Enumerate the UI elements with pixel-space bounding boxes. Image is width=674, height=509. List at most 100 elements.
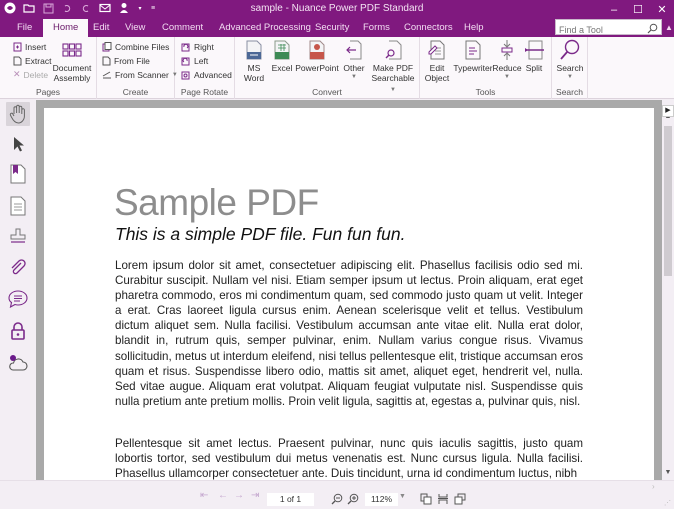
insert-button[interactable]: Insert [13,40,46,53]
other-button[interactable]: Other ▼ [341,39,367,81]
bookmark-icon[interactable] [6,162,30,186]
tool-rail [0,100,36,480]
group-search: Search ▼ Search [552,37,588,99]
tab-help[interactable]: Help [462,19,486,37]
tab-forms[interactable]: Forms [361,19,392,37]
tab-file[interactable]: File [15,19,34,37]
rotate-right-icon [181,43,190,51]
document-paragraph: Lorem ipsum dolor sit amet, consectetuer… [115,259,583,408]
stamp-icon[interactable] [6,224,30,248]
scrollbar-thumb[interactable] [664,126,672,276]
cloud-connector-icon[interactable] [6,351,30,375]
scroll-right-icon[interactable]: › [652,482,655,491]
title-bar: ▾ ≡ sample - Nuance Power PDF Standard –… [0,0,674,19]
extract-button[interactable]: Extract [13,54,51,67]
chevron-down-icon: ▼ [504,74,510,80]
edit-object-button[interactable]: Edit Object [422,39,452,83]
searchable-pdf-icon [382,39,404,61]
powerpoint-button[interactable]: PowerPoint [295,39,339,73]
comments-speech-bubble-icon[interactable] [6,287,30,311]
chevron-down-icon: ▼ [567,74,573,80]
tab-advanced-processing[interactable]: Advanced Processing [217,19,313,37]
find-tool-input[interactable] [556,23,644,37]
delete-button[interactable]: ✕ Delete [13,68,48,81]
ms-word-button[interactable]: MS Word [240,39,268,83]
tab-edit[interactable]: Edit [91,19,111,37]
attachment-paperclip-icon[interactable] [6,256,30,280]
reduce-button[interactable]: Reduce ▼ [492,39,522,81]
split-button[interactable]: Split [522,39,546,73]
hand-tool-icon[interactable] [6,102,30,126]
zoom-level-field[interactable]: 112% [365,493,398,506]
group-convert: MS Word Excel PowerPoint Other ▼ Make PD… [235,37,420,99]
other-format-icon [343,39,365,61]
side-panel-toggle-icon[interactable]: ▶ [662,105,674,117]
search-magnifier-icon [559,39,581,61]
combine-files-icon [102,41,112,51]
navigation-bar: ⇤ ← → ⇥ 1 of 1 112% ▼ [0,480,674,509]
previous-page-icon[interactable]: ← [218,490,228,501]
tab-connectors[interactable]: Connectors [402,19,455,37]
from-file-button[interactable]: From File [102,54,150,67]
word-doc-icon [243,39,265,61]
edit-object-icon [426,39,448,61]
vertical-scrollbar[interactable]: ▲ ▼ [662,100,674,480]
close-button[interactable]: ✕ [650,0,674,19]
group-tools: Edit Object Typewriter Reduce ▼ Split To… [420,37,552,99]
last-page-icon[interactable]: ⇥ [251,490,259,501]
reduce-icon [496,39,518,61]
continuous-view-icon[interactable] [437,492,449,504]
chevron-down-icon: ▼ [351,74,357,80]
next-page-icon[interactable]: → [234,490,244,501]
select-arrow-icon[interactable] [6,132,30,156]
excel-doc-icon [271,39,293,61]
insert-page-icon [13,42,22,51]
rotate-left-button[interactable]: Left [181,54,208,67]
rotate-advanced-button[interactable]: Advanced [181,68,232,81]
single-page-view-icon[interactable] [420,492,432,505]
page-number-field[interactable]: 1 of 1 [267,493,314,506]
group-create: Combine Files From File From Scanner ▼ C… [97,37,178,99]
collapse-ribbon-icon[interactable]: ▲ [664,22,674,34]
search-button[interactable]: Search ▼ [554,39,586,81]
tab-comment[interactable]: Comment [160,19,205,37]
minimize-button[interactable]: – [602,0,626,19]
document-viewport[interactable]: Sample PDF This is a simple PDF file. Fu… [36,100,662,480]
group-page-rotate: Right Left Advanced Page Rotate [175,37,235,99]
zoom-in-icon[interactable] [347,492,359,505]
zoom-dropdown-icon[interactable]: ▼ [399,493,406,500]
excel-button[interactable]: Excel [271,39,293,73]
document-paragraph: Pellentesque sit amet lectus. Praesent p… [115,437,583,480]
resize-grip-icon[interactable]: ⋰ [664,499,671,507]
security-lock-icon[interactable] [6,319,30,343]
rotate-right-button[interactable]: Right [181,40,214,53]
first-page-icon[interactable]: ⇤ [200,490,208,501]
typewriter-button[interactable]: Typewriter [452,39,494,73]
document-assembly-button[interactable]: Document Assembly [53,39,91,83]
page-thumbnails-icon[interactable] [6,194,30,218]
powerpoint-doc-icon [306,39,328,61]
split-icon [523,39,545,61]
group-label-page-rotate: Page Rotate [180,87,229,97]
maximize-button[interactable]: ☐ [626,0,650,19]
combine-files-button[interactable]: Combine Files [102,40,169,53]
scroll-down-icon[interactable]: ▼ [663,468,673,478]
tab-home[interactable]: Home [43,19,89,38]
pdf-page[interactable]: Sample PDF This is a simple PDF file. Fu… [44,108,654,480]
group-label-create: Create [122,87,149,97]
page-backdrop: Sample PDF This is a simple PDF file. Fu… [36,100,662,480]
tab-view[interactable]: View [123,19,147,37]
scanner-icon [102,71,111,79]
from-scanner-button[interactable]: From Scanner ▼ [102,68,178,81]
zoom-out-icon[interactable] [331,492,343,505]
cascade-view-icon[interactable] [454,492,466,505]
tab-security[interactable]: Security [313,19,351,37]
rotate-advanced-icon [181,71,190,79]
group-label-search: Search [556,87,583,97]
group-label-tools: Tools [475,87,496,97]
from-file-icon [102,56,111,65]
ribbon-home: Insert Extract ✕ Delete Document Assembl… [0,37,674,99]
group-label-convert: Convert [312,87,342,97]
document-assembly-icon [61,39,83,61]
delete-icon: ✕ [13,69,21,79]
